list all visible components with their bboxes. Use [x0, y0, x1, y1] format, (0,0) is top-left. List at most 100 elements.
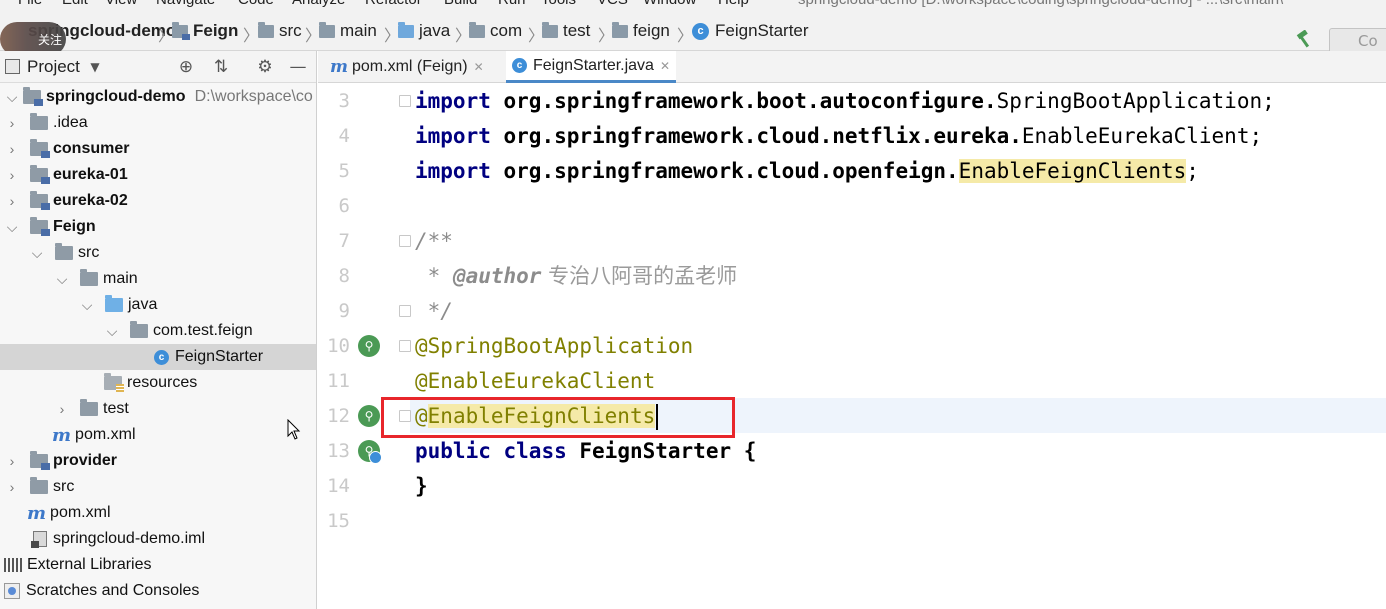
breadcrumb-src[interactable]: src: [258, 20, 302, 42]
run-class-icon[interactable]: ⚲: [358, 440, 382, 464]
menu-window[interactable]: Window: [643, 0, 696, 8]
line-number: 8: [338, 265, 350, 287]
module-folder-icon: [172, 21, 190, 40]
menu-vcs[interactable]: VCS: [597, 0, 628, 8]
menu-code[interactable]: Code: [238, 0, 274, 8]
breadcrumb-test[interactable]: test: [542, 20, 590, 42]
chevron-down-icon[interactable]: ⌵: [79, 297, 95, 313]
chevron-down-icon[interactable]: ⌵: [104, 323, 120, 339]
tree-item-feignstarter[interactable]: c FeignStarter: [0, 344, 316, 370]
tree-item-eureka-01[interactable]: › eureka-01: [0, 162, 316, 188]
chevron-right-icon[interactable]: ›: [4, 453, 20, 469]
navigation-bar: springcloud-demo 关注 〉 Feign 〉 src 〉 main…: [0, 10, 1386, 56]
breadcrumb-com[interactable]: com: [469, 20, 522, 42]
line-number: 7: [338, 230, 350, 252]
close-icon[interactable]: ✕: [474, 60, 484, 74]
menu-edit[interactable]: Edit: [62, 0, 88, 8]
tree-item-java[interactable]: ⌵ java: [0, 292, 316, 318]
tree-item-eureka-02[interactable]: › eureka-02: [0, 188, 316, 214]
folder-icon: [80, 399, 98, 416]
breadcrumb-main[interactable]: main: [319, 20, 377, 42]
chevron-right-icon[interactable]: ›: [4, 479, 20, 495]
code-line-11: @EnableEurekaClient: [415, 369, 656, 393]
tree-item-resources[interactable]: resources: [0, 370, 316, 396]
locate-target-icon[interactable]: ⊕: [176, 57, 196, 77]
close-icon[interactable]: ✕: [660, 59, 670, 73]
tree-item-main[interactable]: ⌵ main: [0, 266, 316, 292]
tree-item-feign[interactable]: ⌵ Feign: [0, 214, 316, 240]
fold-marker-icon[interactable]: [399, 235, 411, 247]
tree-item-provider[interactable]: › provider: [0, 448, 316, 474]
module-folder-icon: [30, 165, 50, 184]
code-editor[interactable]: 3 4 5 6 7 8 9 10 11 12 13 14 15 ⚲ ⚲ ⚲ im…: [318, 84, 1386, 609]
code-line-9: */: [415, 299, 453, 323]
menu-file[interactable]: File: [18, 0, 42, 8]
line-number: 14: [327, 475, 350, 497]
tree-item-root-src[interactable]: › src: [0, 474, 316, 500]
tree-item-test[interactable]: › test: [0, 396, 316, 422]
tree-item-feign-pom[interactable]: m pom.xml: [0, 422, 316, 448]
module-folder-icon: [30, 451, 50, 470]
module-folder-icon: [30, 217, 50, 236]
tree-item-idea[interactable]: › .idea: [0, 110, 316, 136]
tree-item-feign-src[interactable]: ⌵ src: [0, 240, 316, 266]
tree-item-springcloud-demo[interactable]: ⌵ springcloud-demo D:\workspace\co: [0, 84, 316, 110]
source-folder-icon: [398, 21, 414, 38]
chevron-down-icon[interactable]: ⌵: [54, 271, 70, 287]
chevron-right-icon[interactable]: ›: [4, 141, 20, 157]
line-number: 12: [327, 405, 350, 427]
module-folder-icon: [30, 191, 50, 210]
breadcrumb-feign[interactable]: Feign: [172, 20, 238, 42]
breadcrumb-java[interactable]: java: [398, 20, 450, 42]
chevron-down-icon[interactable]: ⌵: [4, 219, 20, 235]
java-class-icon: c: [512, 58, 527, 73]
chevron-down-icon[interactable]: ▼: [85, 57, 105, 77]
breadcrumb-feign-package[interactable]: feign: [612, 20, 670, 42]
java-class-icon: c: [692, 22, 709, 40]
menu-tools[interactable]: Tools: [541, 0, 576, 8]
tree-label: java: [128, 296, 158, 313]
chevron-right-icon[interactable]: ›: [54, 401, 70, 417]
folder-icon: [55, 243, 73, 260]
tree-item-com-test-feign[interactable]: ⌵ com.test.feign: [0, 318, 316, 344]
tree-label: FeignStarter: [175, 348, 264, 365]
tree-label: consumer: [53, 140, 130, 157]
code-line-4: import org.springframework.cloud.netflix…: [415, 124, 1263, 148]
menu-view[interactable]: View: [105, 0, 137, 8]
maven-icon: m: [330, 56, 348, 77]
fold-marker-icon[interactable]: [399, 95, 411, 107]
spring-bean-icon[interactable]: ⚲: [358, 335, 380, 357]
menu-run[interactable]: Run: [498, 0, 526, 8]
fold-marker-icon[interactable]: [399, 340, 411, 352]
tree-item-root-pom[interactable]: m pom.xml: [0, 500, 316, 526]
tree-item-iml[interactable]: springcloud-demo.iml: [0, 526, 316, 552]
chevron-right-icon[interactable]: ›: [4, 167, 20, 183]
chevron-down-icon[interactable]: ⌵: [29, 245, 45, 261]
line-number: 13: [327, 440, 350, 462]
line-number: 6: [338, 195, 350, 217]
build-hammer-icon[interactable]: [1295, 30, 1315, 48]
tree-item-scratches[interactable]: Scratches and Consoles: [0, 578, 316, 604]
menu-help[interactable]: Help: [718, 0, 749, 8]
menu-navigate[interactable]: Navigate: [156, 0, 215, 8]
fold-marker-icon[interactable]: [399, 305, 411, 317]
tree-item-external-libraries[interactable]: External Libraries: [0, 552, 316, 578]
chevron-down-icon[interactable]: ⌵: [4, 89, 20, 105]
tree-item-consumer[interactable]: › consumer: [0, 136, 316, 162]
tab-feignstarter-java[interactable]: c FeignStarter.java ✕: [506, 51, 677, 83]
tree-path-hint: D:\workspace\co: [194, 88, 313, 105]
menu-build[interactable]: Build: [444, 0, 477, 8]
collapse-all-icon[interactable]: ⇅: [211, 57, 231, 77]
chevron-right-icon[interactable]: ›: [4, 193, 20, 209]
gear-icon[interactable]: ⚙: [255, 57, 275, 77]
breadcrumb-class[interactable]: c FeignStarter: [692, 20, 809, 42]
menu-analyze[interactable]: Analyze: [292, 0, 345, 8]
tab-pom-xml[interactable]: m pom.xml (Feign) ✕: [324, 51, 490, 82]
line-number: 5: [338, 160, 350, 182]
line-number: 15: [327, 510, 350, 532]
spring-bean-icon[interactable]: ⚲: [358, 405, 380, 427]
project-panel-title[interactable]: Project: [27, 57, 80, 77]
hide-panel-icon[interactable]: —: [288, 57, 308, 77]
chevron-right-icon[interactable]: ›: [4, 115, 20, 131]
menu-refactor[interactable]: Refactor: [365, 0, 422, 8]
